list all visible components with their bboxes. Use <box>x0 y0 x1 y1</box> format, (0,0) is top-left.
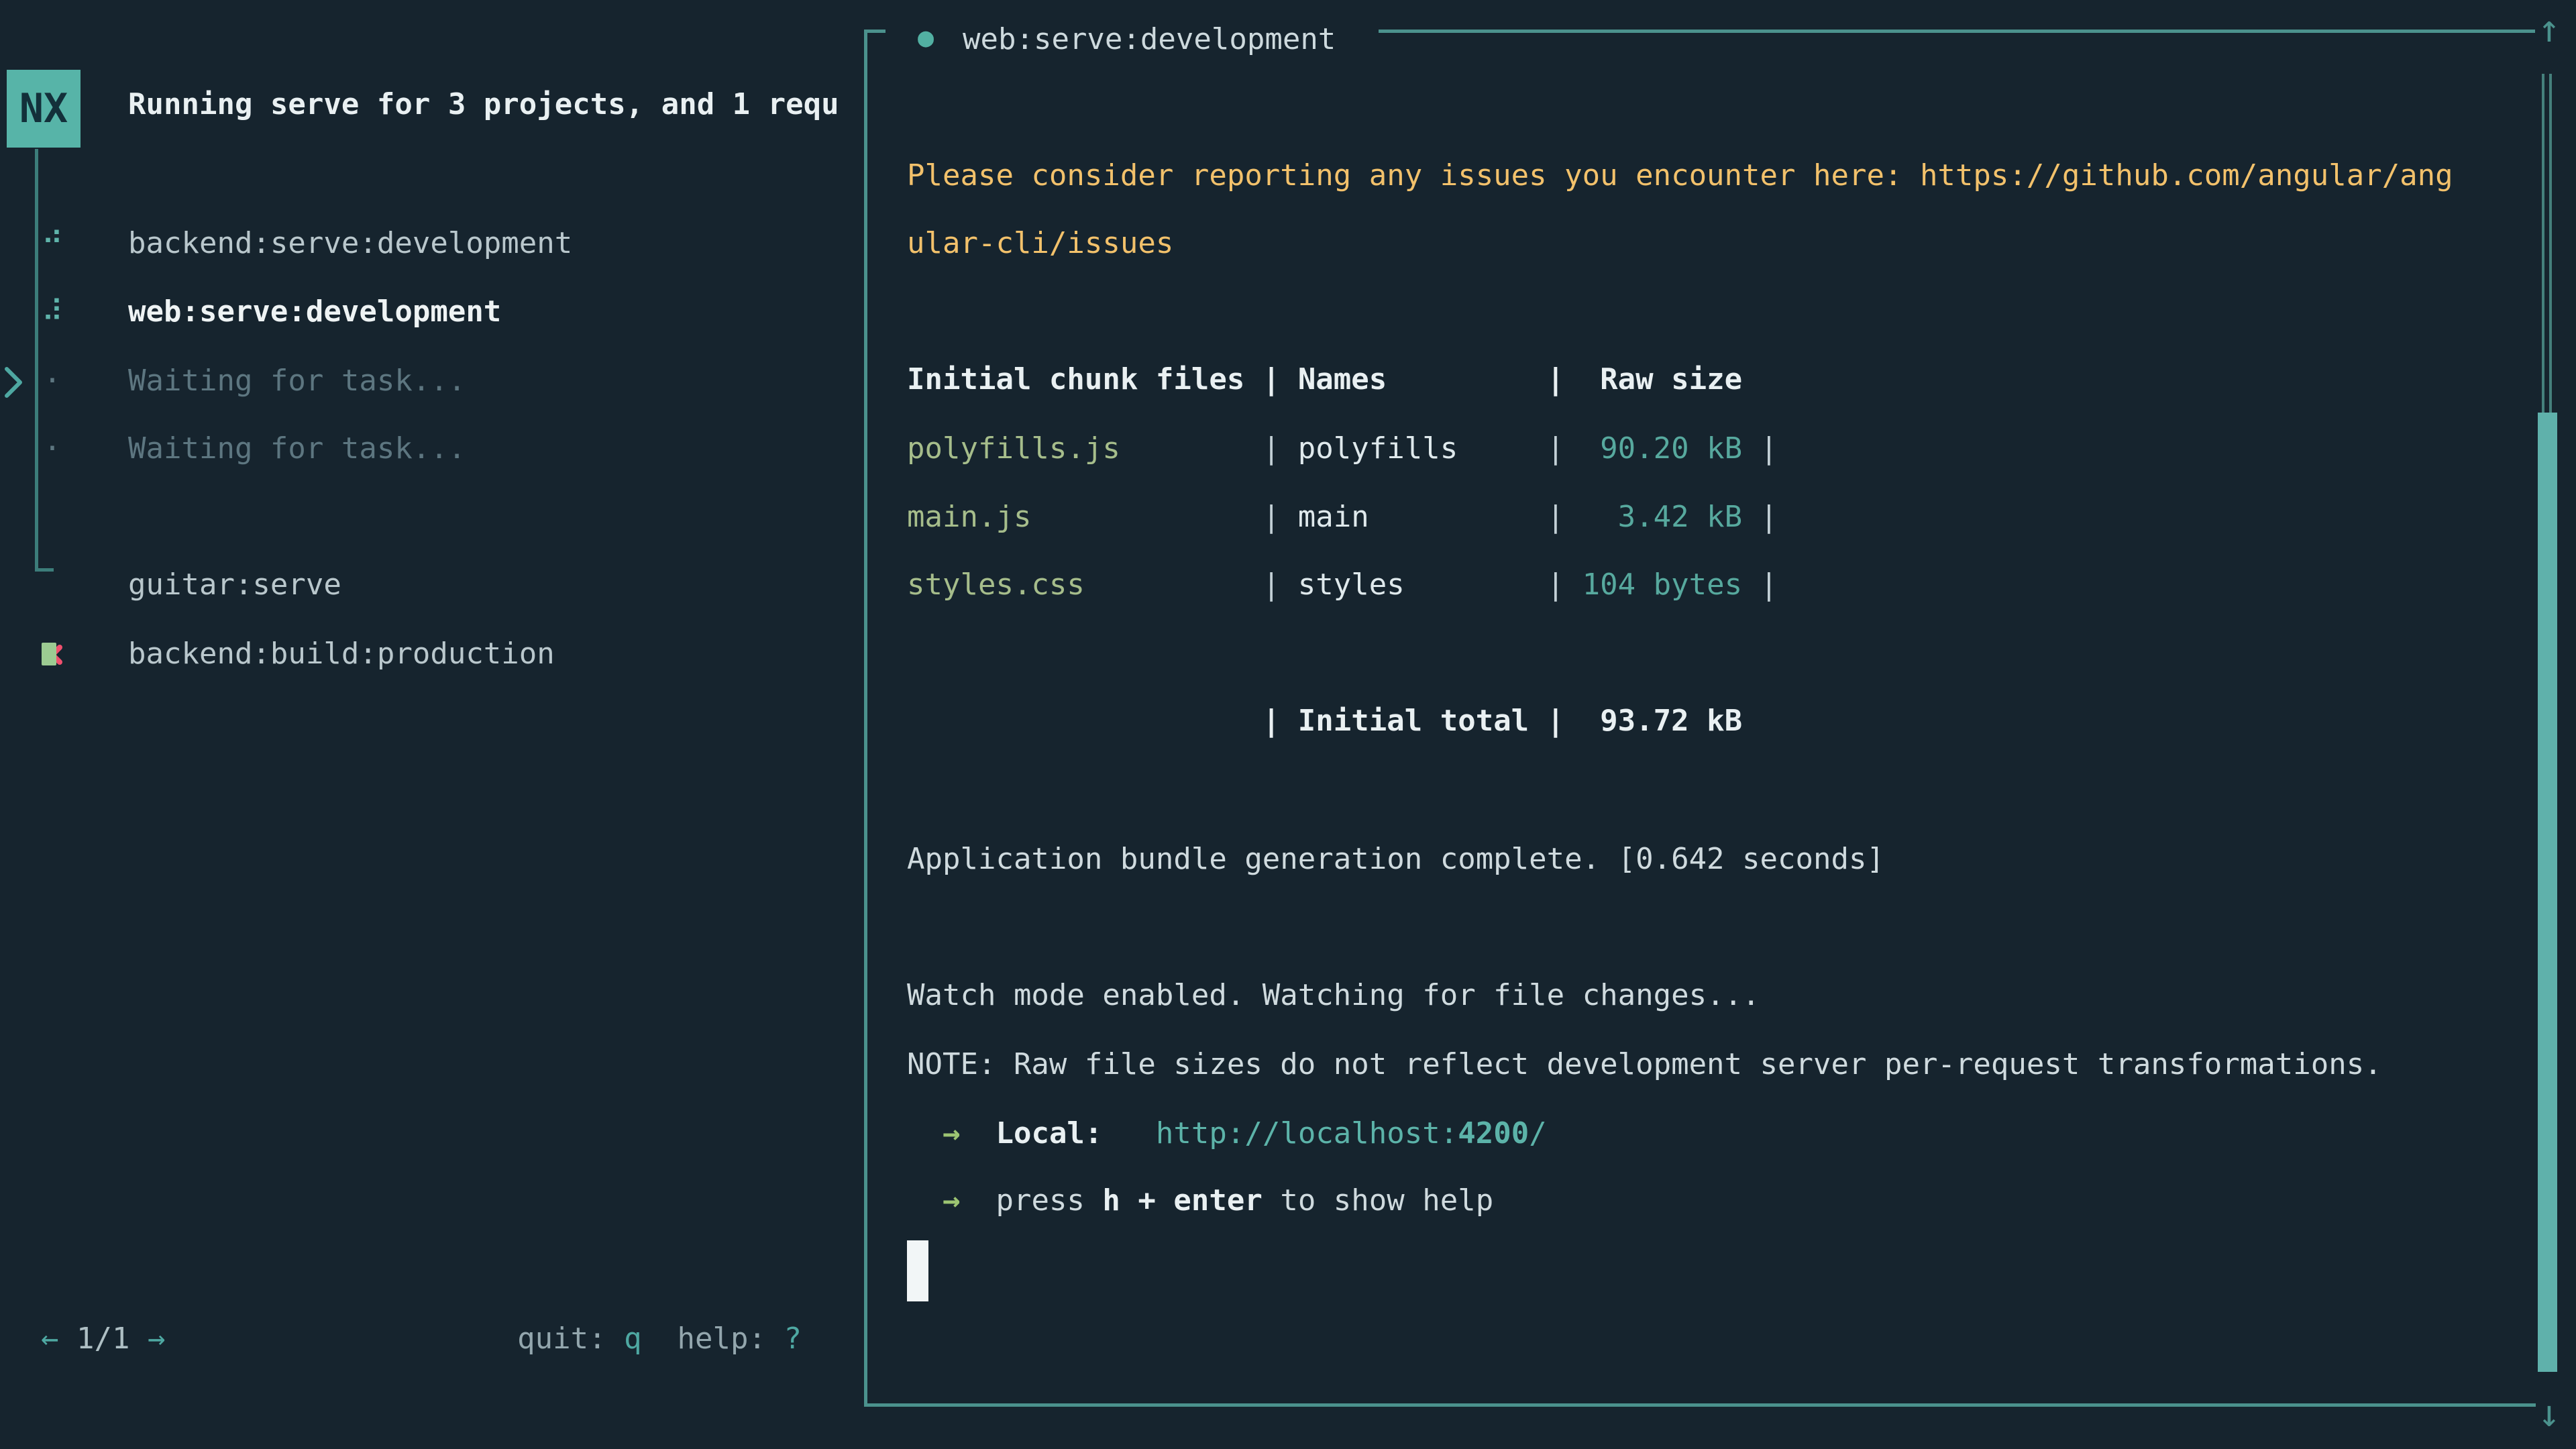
pending-dot-icon: · <box>39 431 66 466</box>
bundle-complete-line: Application bundle generation complete. … <box>907 842 1884 877</box>
spinner-icon: ⠚ <box>39 226 66 261</box>
scrollbar-track[interactable] <box>2542 74 2544 413</box>
help-keys: h + enter <box>1102 1183 1262 1218</box>
local-url-line: → Local: http://localhost:4200/ <box>907 1116 1547 1186</box>
panel-border-left <box>864 30 867 1407</box>
notice-line-1: Please consider reporting any issues you… <box>907 158 2453 193</box>
table-row: main.js | main | 3.42 kB | <box>907 500 1778 570</box>
local-label: Local <box>996 1116 1084 1150</box>
help-hint-label: help: <box>642 1322 784 1356</box>
help-hint-line: → press h + enter to show help <box>907 1183 1493 1253</box>
task-label: Waiting for task... <box>128 364 466 398</box>
notice-line-2: ular-cli/issues <box>907 226 1173 261</box>
table-row: polyfills.js | polyfills | 90.20 kB | <box>907 431 1778 501</box>
quit-hint-label: quit: <box>517 1322 624 1356</box>
square-icon <box>42 643 56 665</box>
panel-border-top <box>1379 30 2535 33</box>
keyboard-hints: quit: q help: ? <box>0 1322 802 1391</box>
task-label: web:serve:development <box>128 294 501 329</box>
task-label: backend:serve:development <box>128 226 572 261</box>
panel-border-bottom <box>864 1403 2536 1407</box>
pending-dot-icon: · <box>39 364 66 398</box>
scrollbar-track[interactable] <box>2549 74 2552 413</box>
scroll-up-icon[interactable]: ↑ <box>2529 9 2569 50</box>
quit-key: q <box>624 1322 642 1356</box>
scroll-down-icon[interactable]: ↓ <box>2529 1394 2569 1434</box>
task-label: Waiting for task... <box>128 431 466 466</box>
note-line: NOTE: Raw file sizes do not reflect deve… <box>907 1047 2382 1082</box>
localhost-url[interactable]: http://localhost: <box>1156 1116 1458 1150</box>
watch-mode-line: Watch mode enabled. Watching for file ch… <box>907 978 1760 1013</box>
spinner-icon: ⠼ <box>39 294 66 329</box>
table-row: styles.css | styles | 104 bytes | <box>907 568 1778 637</box>
task-label: guitar:serve <box>128 568 341 602</box>
scrollbar-thumb[interactable] <box>2538 413 2557 1372</box>
nx-logo: NX <box>7 70 80 148</box>
arrow-icon: → <box>943 1116 961 1150</box>
sidebar-header: Running serve for 3 projects, and 1 requ <box>128 87 839 122</box>
table-total-row: | Initial total | 93.72 kB <box>907 704 1742 773</box>
nx-terminal-ui: NX Running serve for 3 projects, and 1 r… <box>0 0 2576 1449</box>
task-status-bullet-icon: ● <box>918 20 934 55</box>
panel-border-top-corner <box>864 30 885 33</box>
task-label: backend:build:production <box>128 637 555 672</box>
localhost-port[interactable]: 4200 <box>1458 1116 1529 1150</box>
panel-title: web:serve:development <box>963 22 1336 57</box>
help-key: ? <box>784 1322 802 1356</box>
table-header-row: Initial chunk files | Names | Raw size <box>907 362 1742 432</box>
arrow-icon: → <box>943 1183 961 1218</box>
terminal-cursor <box>907 1240 928 1301</box>
